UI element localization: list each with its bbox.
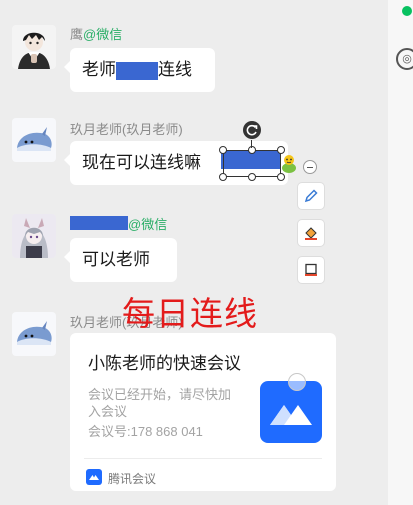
avatar[interactable] — [12, 312, 56, 356]
sender-name: 玖月老师(玖月老师) — [70, 122, 183, 137]
resize-handle[interactable] — [219, 173, 227, 181]
divider — [84, 458, 322, 459]
wechat-suffix: @微信 — [128, 217, 168, 232]
meeting-number: 会议号:178 868 041 — [88, 424, 203, 439]
meeting-title: 小陈老师的快速会议 — [88, 354, 241, 373]
fill-tool[interactable] — [298, 220, 324, 246]
meeting-desc-line: 会议已经开始，请尽快加 — [88, 387, 232, 402]
resize-handle[interactable] — [219, 146, 227, 154]
drag-handle[interactable] — [288, 373, 306, 391]
avatar[interactable] — [12, 118, 56, 162]
minus-icon[interactable] — [303, 160, 317, 174]
message-bubble[interactable]: 可以老师 — [64, 238, 177, 282]
meeting-description: 会议已经开始，请尽快加 入会议 — [88, 386, 248, 420]
watermark-text: 每日连线 — [122, 297, 258, 333]
message-bubble[interactable]: 老师 连线 — [64, 48, 215, 92]
meeting-card[interactable]: 小陈老师的快速会议 会议已经开始，请尽快加 入会议 会议号:178 868 04… — [70, 333, 336, 491]
pen-tool[interactable] — [298, 183, 324, 209]
redaction-block — [70, 216, 128, 230]
resize-handle[interactable] — [248, 173, 256, 181]
redaction-block — [116, 61, 158, 80]
rotate-stem — [251, 140, 252, 148]
status-dot — [402, 6, 412, 16]
avatar[interactable] — [12, 25, 56, 69]
right-panel-edge — [388, 0, 413, 505]
message-text: 现在可以连线嘛 — [82, 153, 201, 172]
sender-name-text: 鹰 — [70, 27, 84, 42]
meeting-desc-line: 入会议 — [88, 404, 128, 419]
avatar[interactable] — [12, 214, 56, 258]
resize-handle[interactable] — [248, 146, 256, 154]
sender-name: 鹰@微信 — [70, 24, 122, 43]
pen-icon — [304, 189, 318, 203]
app-name: 腾讯会议 — [108, 472, 157, 486]
fill-icon — [305, 227, 317, 240]
rotate-icon[interactable] — [243, 121, 261, 139]
voice-icon[interactable]: ◎ — [396, 48, 413, 70]
tencent-meeting-icon — [260, 381, 322, 443]
crop-icon — [305, 263, 317, 276]
crop-tool[interactable] — [298, 257, 324, 283]
sticker-icon — [279, 153, 299, 175]
tencent-meeting-small-icon — [86, 469, 102, 485]
message-text: 老师 — [82, 60, 116, 79]
wechat-suffix: @微信 — [83, 27, 123, 42]
message-text: 可以老师 — [82, 250, 150, 269]
message-text: 连线 — [158, 60, 192, 79]
